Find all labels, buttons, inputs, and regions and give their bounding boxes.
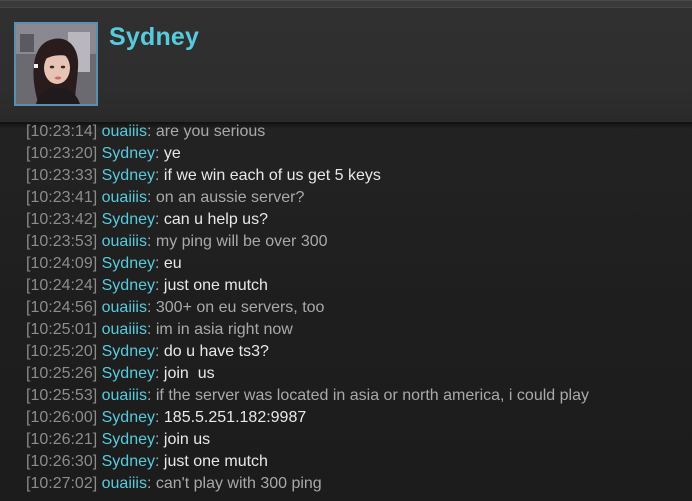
message-text: just one mutch [163,453,268,470]
message-timestamp: [10:23:33] [26,167,98,184]
message-separator: : [146,321,156,338]
chat-message: [10:24:24] Sydney: just one mutch [26,275,589,297]
avatar[interactable] [14,22,98,106]
message-timestamp: [10:23:41] [26,189,98,206]
message-separator: : [146,475,156,492]
message-text: on an aussie server? [155,189,305,206]
message-separator: : [155,167,164,184]
chat-message: [10:25:53] ouaiiis: if the server was lo… [26,385,589,407]
message-separator: : [155,255,164,272]
message-text: my ping will be over 300 [155,233,328,250]
message-text: if we win each of us get 5 keys [163,167,381,184]
message-sender[interactable]: Sydney [102,453,155,470]
chat-message: [10:25:01] ouaiiis: im in asia right now [26,319,589,341]
chat-message: [10:27:02] ouaiiis: can't play with 300 … [26,473,589,495]
message-timestamp: [10:23:53] [26,233,98,250]
message-timestamp: [10:23:42] [26,211,98,228]
chat-log[interactable]: [10:23:14] ouaiiis: are you serious [10:2… [0,122,692,501]
message-timestamp: [10:25:26] [26,365,98,382]
message-timestamp: [10:23:20] [26,145,98,162]
message-sender[interactable]: Sydney [102,255,155,272]
chat-message: [10:25:26] Sydney: join us [26,363,589,385]
message-timestamp: [10:26:21] [26,431,98,448]
message-sender[interactable]: Sydney [102,277,155,294]
message-text: can't play with 300 ping [155,475,322,492]
message-text: just one mutch [163,277,268,294]
chat-message: [10:26:21] Sydney: join us [26,429,589,451]
message-sender[interactable]: Sydney [102,167,155,184]
chat-message: [10:23:20] Sydney: ye [26,143,589,165]
message-separator: : [155,409,164,426]
message-separator: : [155,365,164,382]
message-text: im in asia right now [155,321,293,338]
message-separator: : [155,343,164,360]
avatar-photo-icon [16,24,96,104]
chat-message: [10:23:14] ouaiiis: are you serious [26,123,589,143]
chat-message: [10:25:20] Sydney: do u have ts3? [26,341,589,363]
message-separator: : [146,387,156,404]
message-timestamp: [10:25:53] [26,387,98,404]
message-sender[interactable]: ouaiiis [102,387,147,404]
chat-header: Sydney [0,0,692,122]
message-text: if the server was located in asia or nor… [155,387,589,404]
message-text: 185.5.251.182:9987 [163,409,307,426]
chat-message: [10:23:53] ouaiiis: my ping will be over… [26,231,589,253]
message-sender[interactable]: ouaiiis [102,299,147,316]
chat-partner-name: Sydney [109,23,200,51]
chat-message: [10:26:30] Sydney: just one mutch [26,451,589,473]
message-sender[interactable]: ouaiiis [102,475,147,492]
message-sender[interactable]: ouaiiis [102,233,147,250]
message-timestamp: [10:24:56] [26,299,98,316]
message-timestamp: [10:24:24] [26,277,98,294]
message-text: join us [163,365,215,382]
message-separator: : [146,299,156,316]
message-separator: : [155,431,164,448]
message-text: ye [163,145,181,162]
message-timestamp: [10:27:02] [26,475,98,492]
chat-message: [10:24:56] ouaiiis: 300+ on eu servers, … [26,297,589,319]
message-timestamp: [10:26:30] [26,453,98,470]
message-text: are you serious [155,123,266,140]
chat-window: Sydney [10:23:14] ouaiiis: are you serio… [0,0,692,501]
message-timestamp: [10:25:20] [26,343,98,360]
message-text: can u help us? [163,211,268,228]
message-sender[interactable]: ouaiiis [102,123,147,140]
message-timestamp: [10:24:09] [26,255,98,272]
message-timestamp: [10:23:14] [26,123,98,140]
chat-message: [10:23:33] Sydney: if we win each of us … [26,165,589,187]
message-sender[interactable]: ouaiiis [102,321,147,338]
message-sender[interactable]: ouaiiis [102,189,147,206]
message-text: 300+ on eu servers, too [155,299,325,316]
message-sender[interactable]: Sydney [102,343,155,360]
message-sender[interactable]: Sydney [102,145,155,162]
message-timestamp: [10:25:01] [26,321,98,338]
chat-message: [10:26:00] Sydney: 185.5.251.182:9987 [26,407,589,429]
header-top-bar [0,1,692,8]
message-sender[interactable]: Sydney [102,409,155,426]
message-text: eu [163,255,182,272]
message-separator: : [146,233,156,250]
message-separator: : [155,277,164,294]
message-separator: : [155,145,164,162]
message-sender[interactable]: Sydney [102,431,155,448]
message-separator: : [146,123,156,140]
chat-message: [10:23:42] Sydney: can u help us? [26,209,589,231]
chat-message: [10:24:09] Sydney: eu [26,253,589,275]
message-separator: : [155,453,164,470]
message-text: do u have ts3? [163,343,269,360]
message-list: [10:23:14] ouaiiis: are you serious [10:2… [26,123,589,495]
message-timestamp: [10:26:00] [26,409,98,426]
message-separator: : [146,189,156,206]
message-text: join us [163,431,211,448]
message-sender[interactable]: Sydney [102,365,155,382]
message-sender[interactable]: Sydney [102,211,155,228]
chat-message: [10:23:41] ouaiiis: on an aussie server? [26,187,589,209]
message-separator: : [155,211,164,228]
